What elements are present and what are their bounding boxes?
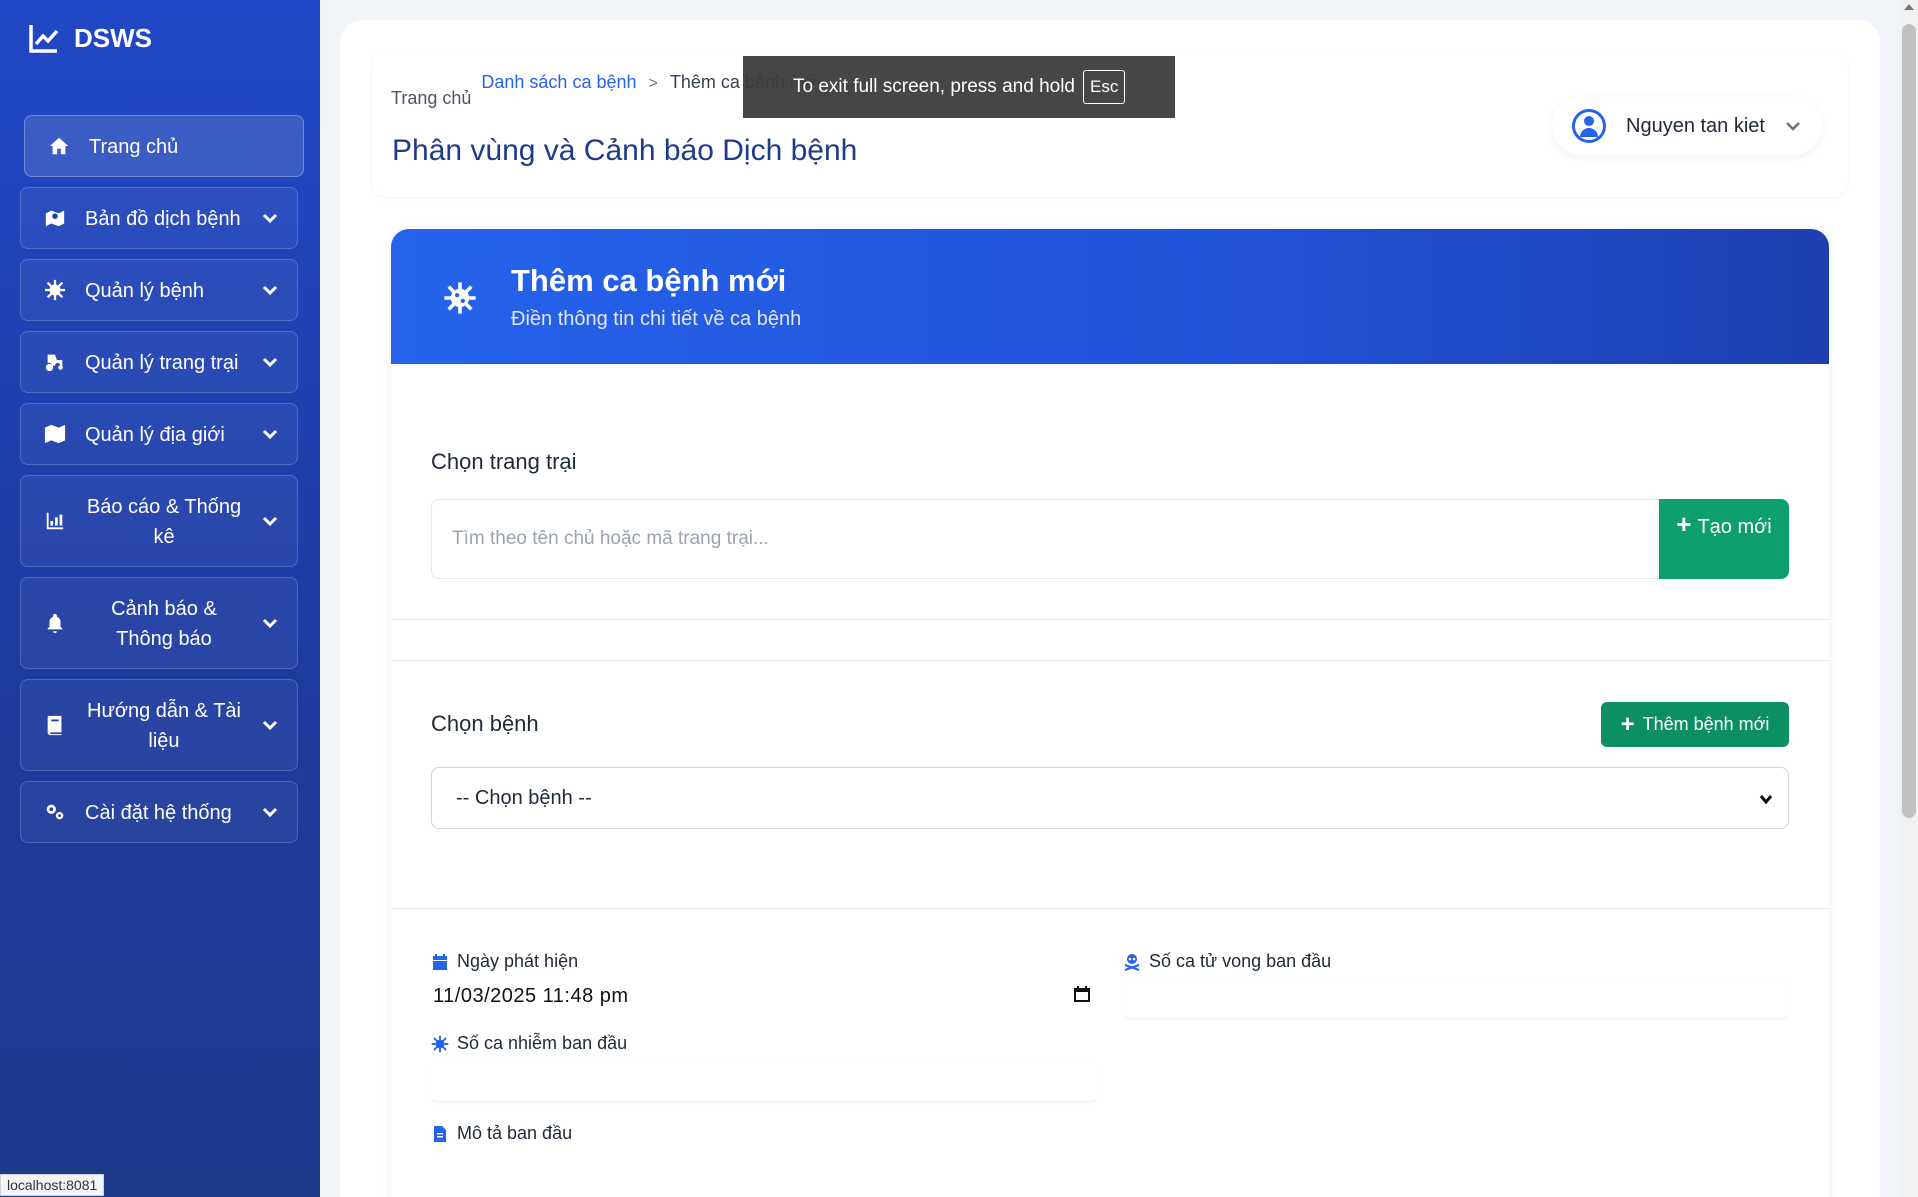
sidebar-item-label: Cài đặt hệ thống — [85, 802, 232, 824]
sidebar-item-farm-management[interactable]: Quản lý trang trại — [20, 331, 298, 393]
divider — [391, 908, 1829, 909]
map-marked-icon — [43, 206, 67, 230]
chart-line-icon — [29, 25, 59, 53]
brand-name: DSWS — [74, 22, 152, 53]
plus-icon: + — [1676, 509, 1692, 539]
disease-section-label: Chọn bệnh — [431, 711, 539, 736]
map-icon — [43, 422, 67, 446]
user-circle-icon — [1572, 109, 1606, 143]
initial-deaths-input[interactable] — [1123, 979, 1789, 1019]
scroll-up-arrow-icon[interactable] — [1904, 4, 1914, 10]
add-disease-button[interactable]: + Thêm bệnh mới — [1601, 702, 1789, 747]
chevron-down-icon — [261, 614, 279, 632]
sidebar-item-boundary-management[interactable]: Quản lý địa giới — [20, 403, 298, 465]
create-farm-label: Tạo mới — [1697, 516, 1772, 538]
bell-icon — [43, 611, 67, 635]
brand[interactable]: DSWS — [28, 22, 152, 54]
sidebar-item-label: Quản lý địa giới — [85, 424, 225, 446]
chevron-down-icon — [261, 803, 279, 821]
calendar-picker-icon[interactable] — [1072, 984, 1092, 1004]
plus-icon: + — [1620, 710, 1635, 738]
sidebar-item-label: Báo cáo & Thống kê — [86, 496, 242, 548]
disease-select-value: -- Chọn bệnh -- — [456, 786, 592, 809]
initial-infected-input[interactable] — [431, 1062, 1097, 1102]
user-menu[interactable]: Nguyen tan kiet — [1552, 97, 1822, 155]
page-title: Phân vùng và Cảnh báo Dịch bệnh — [392, 134, 858, 167]
initial-description-label: Mô tả ban đầu — [431, 1123, 572, 1144]
form-header: Thêm ca bệnh mới Điền thông tin chi tiết… — [391, 229, 1829, 364]
sidebar-item-disease-map[interactable]: Bản đồ dịch bệnh — [20, 187, 298, 249]
initial-infected-label: Số ca nhiễm ban đầu — [431, 1033, 627, 1054]
esc-key-badge: Esc — [1083, 70, 1126, 104]
chevron-down-icon — [261, 209, 279, 227]
sidebar-item-label: Trang chủ — [89, 136, 179, 158]
farm-search-input[interactable] — [431, 499, 1661, 579]
sidebar-item-home[interactable]: Trang chủ — [24, 115, 304, 177]
skull-crossbones-icon — [1124, 953, 1140, 971]
breadcrumb-home[interactable]: Trang chủ — [391, 88, 471, 109]
book-icon — [43, 713, 67, 737]
sidebar-item-label: Hướng dẫn & Tài liệu — [87, 700, 241, 752]
file-alt-icon — [434, 1125, 446, 1142]
virus-icon — [443, 281, 477, 315]
farm-section-label: Chọn trang trại — [431, 449, 577, 474]
sidebar-item-alerts[interactable]: Cảnh báo & Thông báo — [20, 577, 298, 669]
chart-bar-icon — [43, 509, 67, 533]
add-disease-label: Thêm bệnh mới — [1642, 714, 1770, 734]
chevron-down-icon — [261, 281, 279, 299]
sidebar-item-label: Cảnh báo & Thông báo — [111, 598, 217, 650]
user-name: Nguyen tan kiet — [1626, 114, 1765, 137]
sidebar-item-reports[interactable]: Báo cáo & Thống kê — [20, 475, 298, 567]
calendar-icon — [433, 953, 447, 970]
sidebar-item-docs[interactable]: Hướng dẫn & Tài liệu — [20, 679, 298, 771]
scrollbar-thumb[interactable] — [1902, 24, 1916, 818]
chevron-down-icon — [1784, 117, 1802, 135]
form-title: Thêm ca bệnh mới — [511, 263, 787, 298]
chevron-down-icon — [1758, 790, 1774, 806]
disease-select[interactable]: -- Chọn bệnh -- — [431, 767, 1789, 829]
add-case-form: Thêm ca bệnh mới Điền thông tin chi tiết… — [391, 229, 1829, 1197]
fullscreen-exit-toast: To exit full screen, press and hold Esc — [743, 56, 1175, 118]
chevron-down-icon — [261, 353, 279, 371]
detected-date-label: Ngày phát hiện — [431, 951, 578, 972]
status-bar-url: localhost:8081 — [0, 1174, 105, 1196]
sidebar-item-label: Bản đồ dịch bệnh — [85, 208, 241, 230]
cogs-icon — [43, 800, 67, 824]
sidebar: DSWS Trang chủ Bản đồ dịch bệnh Quản lý … — [0, 0, 320, 1197]
sidebar-item-label: Quản lý trang trại — [85, 352, 239, 374]
tractor-icon — [43, 350, 67, 374]
page-scrollbar[interactable] — [1900, 0, 1918, 1197]
virus-icon — [43, 278, 67, 302]
virus-icon — [431, 1035, 449, 1052]
breadcrumb-separator: > — [648, 75, 658, 92]
create-farm-button[interactable]: + Tạo mới — [1659, 499, 1789, 579]
initial-deaths-label: Số ca tử vong ban đầu — [1123, 951, 1331, 972]
form-subtitle: Điền thông tin chi tiết về ca bệnh — [511, 308, 802, 330]
sidebar-item-label: Quản lý bệnh — [85, 280, 204, 302]
home-icon — [47, 134, 71, 158]
divider — [391, 660, 1829, 661]
chevron-down-icon — [261, 512, 279, 530]
detected-date-input[interactable]: 11/03/2025 11:48 pm — [433, 985, 629, 1008]
breadcrumb-case-list[interactable]: Danh sách ca bệnh — [481, 72, 636, 93]
chevron-down-icon — [261, 716, 279, 734]
fullscreen-toast-text: To exit full screen, press and hold — [793, 76, 1075, 97]
chevron-down-icon — [261, 425, 279, 443]
sidebar-item-settings[interactable]: Cài đặt hệ thống — [20, 781, 298, 843]
divider — [391, 619, 1829, 620]
sidebar-item-disease-management[interactable]: Quản lý bệnh — [20, 259, 298, 321]
